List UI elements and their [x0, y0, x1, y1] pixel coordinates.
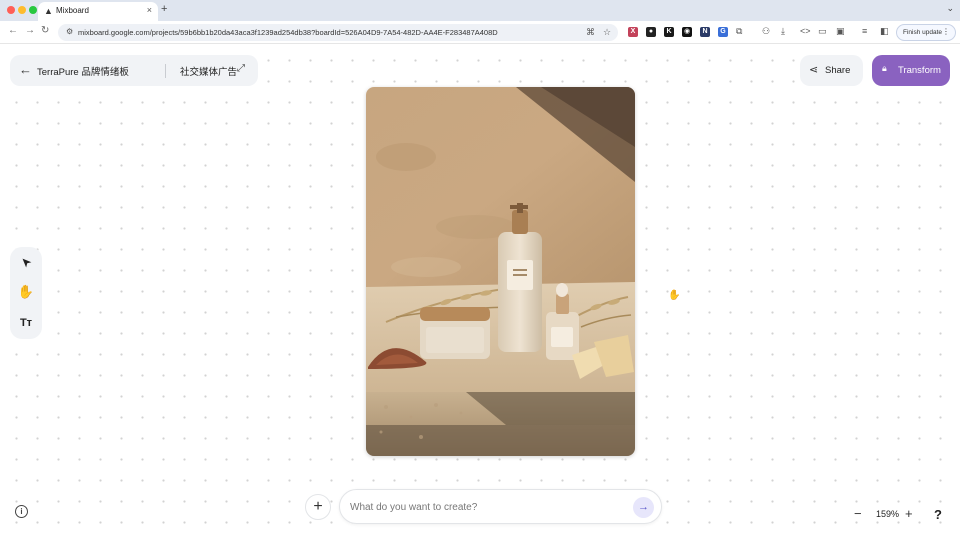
expand-icon[interactable]: ⤢ [237, 63, 245, 74]
new-tab-button[interactable]: + [161, 3, 167, 15]
hand-cursor-icon: ✋ [668, 290, 681, 301]
send-arrow-icon[interactable]: → [633, 497, 654, 518]
board-title-bar: ← TerraPure 品牌情绪板 社交媒体广告 ⤢ [10, 55, 258, 86]
extension-4-icon[interactable]: ◉ [682, 27, 692, 37]
mixboard-favicon-icon: ▲ [44, 6, 53, 16]
back-nav-icon[interactable]: ← [8, 25, 18, 36]
side-panel-icon[interactable]: ◧ [880, 26, 889, 37]
media-icon[interactable]: ≡ [862, 26, 867, 36]
text-tool-icon[interactable]: Tт [17, 314, 35, 332]
lock-icon: 🔒︎ [882, 63, 887, 73]
extension-6-icon[interactable]: G [718, 27, 728, 37]
maximize-window-button[interactable] [29, 6, 37, 14]
zoom-level[interactable]: 159% [876, 509, 899, 519]
zoom-controls: − 159% + [848, 503, 926, 525]
download-icon[interactable]: ⤓ [781, 26, 785, 37]
board-title[interactable]: TerraPure 品牌情绪板 [37, 64, 129, 78]
share-label: Share [825, 65, 851, 76]
close-window-button[interactable] [7, 6, 15, 14]
cast-icon[interactable]: ▭ [818, 26, 827, 37]
video-icon[interactable]: ▣ [836, 26, 845, 37]
board-image-product-shot[interactable] [366, 87, 635, 456]
back-arrow-icon[interactable]: ← [19, 62, 32, 77]
browser-tab-bar: ▲ Mixboard × + ⌄ [0, 0, 960, 21]
add-button[interactable]: + [305, 494, 331, 520]
help-icon[interactable]: ? [934, 507, 942, 522]
tool-rail: ➤ ✋ Tт [10, 247, 42, 339]
browser-tab-mixboard[interactable]: ▲ Mixboard × [38, 2, 158, 21]
extension-3-icon[interactable]: K [664, 27, 674, 37]
zoom-out-button[interactable]: − [854, 506, 862, 521]
hand-tool-icon[interactable]: ✋ [17, 283, 35, 301]
site-info-icon[interactable]: ⚙ [66, 27, 73, 36]
minimize-window-button[interactable] [18, 6, 26, 14]
url-text: mixboard.google.com/projects/59b6bb1b20d… [78, 28, 498, 37]
bookmark-star-icon[interactable]: ☆ [603, 27, 611, 38]
board-subtitle[interactable]: 社交媒体广告 [180, 64, 237, 78]
finish-update-label: Finish update [903, 29, 943, 36]
tab-close-icon[interactable]: × [147, 5, 152, 15]
address-bar[interactable]: ⚙ mixboard.google.com/projects/59b6bb1b2… [58, 24, 618, 41]
transform-button[interactable]: 🔒︎ Transform [872, 55, 950, 86]
tab-title: Mixboard [56, 6, 89, 15]
extension-2-icon[interactable]: ● [646, 27, 656, 37]
select-tool-icon[interactable]: ➤ [14, 250, 38, 274]
devtools-code-icon[interactable]: <> [800, 26, 811, 36]
finish-update-button[interactable]: Finish update ⋮ [896, 24, 956, 41]
title-divider [165, 64, 166, 78]
share-button[interactable]: ⋖ Share [800, 55, 863, 86]
extensions-puzzle-icon[interactable]: ⧉ [736, 26, 742, 37]
extension-1-icon[interactable]: X [628, 27, 638, 37]
browser-toolbar: ← → ↻ ⚙ mixboard.google.com/projects/59b… [0, 21, 960, 44]
browser-menu-icon: ⋮ [942, 27, 950, 36]
translate-icon[interactable]: ⌘ [586, 27, 595, 38]
transform-label: Transform [898, 65, 941, 76]
share-icon: ⋖ [809, 64, 819, 76]
forward-nav-icon[interactable]: → [25, 25, 35, 36]
tab-search-dropdown-icon[interactable]: ⌄ [946, 3, 954, 14]
zoom-in-button[interactable]: + [905, 506, 913, 521]
extension-5-icon[interactable]: N [700, 27, 710, 37]
reload-icon[interactable]: ↻ [41, 25, 49, 36]
prompt-bar: → [339, 489, 662, 524]
prompt-input[interactable] [350, 499, 620, 515]
incognito-icon[interactable]: ⚇ [762, 26, 770, 37]
product-photo [366, 87, 635, 456]
info-icon[interactable]: i [15, 505, 28, 518]
